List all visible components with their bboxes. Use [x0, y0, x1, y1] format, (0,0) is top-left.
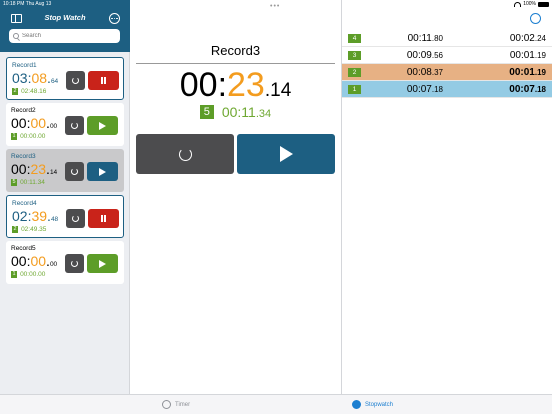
timer-icon — [162, 400, 171, 409]
stopwatch-icon — [352, 400, 361, 409]
record-lap: 5 00:11.34 — [11, 179, 45, 186]
lap-number-badge: 5 — [11, 179, 18, 186]
reset-icon — [71, 168, 78, 175]
lap-button[interactable] — [66, 209, 85, 228]
lap-row-slowest: 2 00:08.37 00:01.19 — [342, 64, 552, 81]
tab-label: Timer — [175, 401, 191, 408]
pause-button[interactable] — [88, 71, 119, 90]
record-time: 00:23.14 — [11, 161, 58, 177]
lap-icon — [72, 77, 79, 84]
record-time: 00:00.00 — [11, 253, 58, 269]
tab-timer[interactable]: Timer — [162, 400, 190, 409]
current-lap-time: 00:11.34 — [221, 104, 272, 120]
record-name: Record1 — [12, 62, 37, 69]
record-time: 03:08.64 — [12, 70, 59, 86]
start-button[interactable] — [87, 162, 118, 181]
app-title: Stop Watch — [44, 13, 86, 22]
tab-bar: Timer Stopwatch — [0, 394, 552, 414]
reset-button[interactable] — [136, 134, 234, 174]
lap-number-badge: 2 — [12, 88, 19, 95]
reset-icon — [178, 147, 192, 161]
reset-icon — [71, 122, 78, 129]
wifi-icon — [514, 1, 522, 7]
record-name: Record5 — [11, 245, 36, 252]
record-lap: 1 00:00.00 — [11, 271, 46, 278]
lap-number-badge: 1 — [348, 85, 361, 94]
pause-icon — [100, 77, 107, 84]
record-card-3[interactable]: Record3 00:23.14 5 00:11.34 — [6, 149, 124, 192]
record-time: 02:39.48 — [12, 208, 59, 224]
record-lap: 1 00:00.00 — [11, 133, 46, 140]
stopwatch-app: 10:18 PM Thu Aug 13 Stop Watch Record1 0… — [0, 0, 552, 414]
tab-label: Stopwatch — [365, 401, 394, 408]
record-card-5[interactable]: Record5 00:00.00 1 00:00.00 — [6, 241, 124, 284]
record-card-2[interactable]: Record2 00:00.00 1 00:00.00 — [6, 103, 124, 146]
lap-split: 00:08.37 — [406, 67, 443, 78]
record-lap: 2 02:48.16 — [12, 88, 47, 95]
sidebar-toggle-icon[interactable] — [11, 14, 22, 23]
lap-total: 00:07.18 — [509, 84, 546, 95]
play-icon — [99, 167, 106, 176]
record-lap: 2 02:49.35 — [12, 226, 47, 233]
reset-button[interactable] — [65, 254, 84, 273]
search-bar[interactable] — [9, 29, 120, 43]
reset-button[interactable] — [65, 162, 84, 181]
tab-stopwatch[interactable]: Stopwatch — [352, 400, 393, 409]
detail-title: Record3 — [210, 43, 261, 58]
battery-indicator: 100% — [514, 1, 549, 7]
reset-button[interactable] — [65, 116, 84, 135]
lap-split: 00:07.18 — [406, 84, 443, 95]
lap-number-badge: 4 — [348, 34, 361, 43]
sidebar: 10:18 PM Thu Aug 13 Stop Watch Record1 0… — [0, 0, 130, 394]
more-options-icon[interactable] — [530, 13, 541, 24]
lap-number-badge: 5 — [199, 105, 214, 119]
record-name: Record2 — [11, 107, 36, 114]
lap-total: 00:01.19 — [509, 50, 546, 61]
play-icon — [279, 146, 293, 162]
lap-row: 4 00:11.80 00:02.24 — [342, 30, 552, 47]
laps-pane: 100% 4 00:11.80 00:02.24 3 00:09.56 00:0… — [341, 0, 552, 394]
lap-number-badge: 3 — [348, 51, 361, 60]
lap-number-badge: 2 — [12, 226, 19, 233]
start-button[interactable] — [237, 134, 335, 174]
main-time-display: 00:23.14 — [179, 66, 292, 104]
battery-icon — [538, 1, 549, 7]
pause-icon — [100, 215, 107, 222]
search-icon — [13, 33, 19, 39]
title-divider — [136, 63, 335, 64]
detail-pane: Record3 00:23.14 5 00:11.34 — [131, 0, 340, 394]
record-name: Record4 — [12, 200, 37, 207]
current-lap: 5 00:11.34 — [131, 104, 340, 120]
lap-split: 00:11.80 — [407, 33, 443, 44]
lap-row-fastest: 1 00:07.18 00:07.18 — [342, 81, 552, 98]
lap-total: 00:01.19 — [509, 67, 546, 78]
search-input[interactable] — [22, 33, 112, 39]
reset-icon — [71, 260, 78, 267]
lap-total: 00:02.24 — [509, 33, 546, 44]
lap-button[interactable] — [66, 71, 85, 90]
play-icon — [99, 259, 106, 268]
play-icon — [99, 121, 106, 130]
start-button[interactable] — [87, 254, 118, 273]
lap-number-badge: 1 — [11, 271, 18, 278]
record-card-1[interactable]: Record1 03:08.64 2 02:48.16 — [6, 57, 124, 100]
lap-row: 3 00:09.56 00:01.19 — [342, 47, 552, 64]
status-bar-right: 100% — [1, 0, 552, 9]
lap-split: 00:09.56 — [406, 50, 443, 61]
record-time: 00:00.00 — [11, 115, 58, 131]
lap-number-badge: 1 — [11, 133, 18, 140]
pause-button[interactable] — [88, 209, 119, 228]
record-name: Record3 — [11, 153, 36, 160]
more-options-icon[interactable] — [109, 13, 120, 24]
lap-icon — [72, 215, 79, 222]
lap-number-badge: 2 — [348, 68, 361, 77]
start-button[interactable] — [87, 116, 118, 135]
record-card-4[interactable]: Record4 02:39.48 2 02:49.35 — [6, 195, 124, 238]
